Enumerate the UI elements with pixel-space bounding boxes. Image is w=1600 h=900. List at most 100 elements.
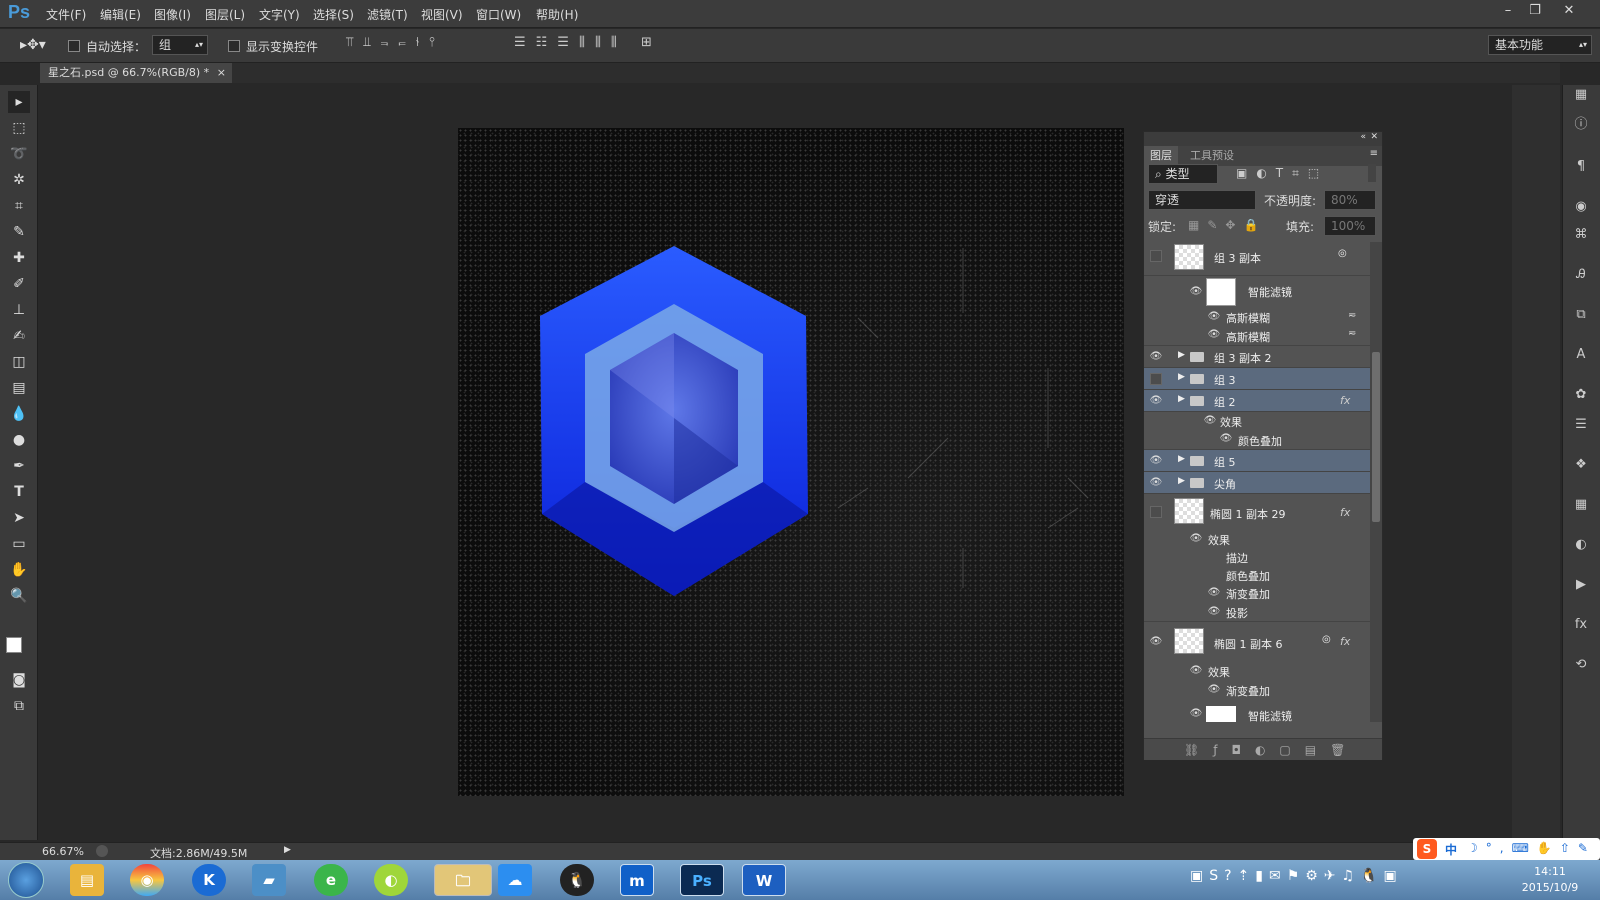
- character-panel-icon[interactable]: A: [1572, 346, 1590, 364]
- zoom-level[interactable]: 66.67%: [42, 845, 84, 858]
- layer-row[interactable]: 👁 ▶ 尖角: [1144, 472, 1370, 494]
- tab-layers[interactable]: 图层: [1144, 146, 1178, 166]
- opacity-field[interactable]: 80%: [1324, 190, 1376, 210]
- expand-arrow-icon[interactable]: ▶: [1178, 454, 1185, 464]
- menu-help[interactable]: 帮助(H): [536, 6, 578, 23]
- eraser-tool-icon[interactable]: ◫: [8, 351, 30, 373]
- swatches-panel-icon[interactable]: ▦: [1572, 496, 1590, 514]
- gradient-tool-icon[interactable]: ▤: [8, 377, 30, 399]
- close-button[interactable]: ✕: [1556, 2, 1582, 20]
- filter-toggle[interactable]: [1368, 164, 1376, 182]
- info-panel-icon[interactable]: ⓘ: [1572, 116, 1590, 134]
- eye-icon[interactable]: 👁: [1188, 706, 1204, 722]
- eye-icon[interactable]: 👁: [1206, 327, 1222, 343]
- rectangle-tool-icon[interactable]: ▭: [8, 533, 30, 555]
- menu-select[interactable]: 选择(S): [313, 6, 354, 23]
- layer-comps-icon[interactable]: fx: [1572, 616, 1590, 634]
- layer-row[interactable]: 👁 ▶ 组 5: [1144, 450, 1370, 472]
- eye-icon[interactable]: 👁: [1188, 284, 1204, 300]
- cloud-app-icon[interactable]: ☁: [498, 864, 532, 896]
- move-tool-preset-icon[interactable]: ▸✥▾: [20, 37, 46, 53]
- eye-icon[interactable]: 👁: [1206, 585, 1222, 601]
- crop-tool-icon[interactable]: ⌗: [8, 195, 30, 217]
- zoom-tool-icon[interactable]: 🔍: [8, 585, 30, 607]
- menu-layer[interactable]: 图层(L): [205, 6, 245, 23]
- history-panel-icon[interactable]: ▦: [1572, 86, 1590, 104]
- history-brush-tool-icon[interactable]: ✍: [8, 325, 30, 347]
- screen-mode-icon[interactable]: ⧉: [8, 695, 30, 717]
- eye-icon[interactable]: 👁: [1188, 663, 1204, 679]
- character-styles-icon[interactable]: Ꭿ: [1572, 266, 1590, 284]
- path-selection-tool-icon[interactable]: ➤: [8, 507, 30, 529]
- eye-icon[interactable]: 👁: [1206, 309, 1222, 325]
- hand-tool-icon[interactable]: ✋: [8, 559, 30, 581]
- notes-app-icon[interactable]: ▤: [70, 864, 104, 896]
- menu-file[interactable]: 文件(F): [46, 6, 86, 23]
- eye-icon[interactable]: 👁: [1148, 393, 1164, 409]
- media-app-icon[interactable]: ◐: [374, 864, 408, 896]
- eye-icon[interactable]: 👁: [1206, 604, 1222, 620]
- lasso-tool-icon[interactable]: ➰: [8, 143, 30, 165]
- expand-arrow-icon[interactable]: ▶: [1178, 350, 1185, 360]
- layers-scrollbar[interactable]: [1370, 242, 1382, 722]
- quick-mask-icon[interactable]: ◙: [8, 669, 30, 691]
- eye-icon[interactable]: 👁: [1148, 453, 1164, 469]
- photoshop-app-icon[interactable]: Ps: [680, 864, 724, 896]
- status-menu-arrow-icon[interactable]: ▶: [284, 845, 291, 855]
- distribute-buttons[interactable]: ☰☷☰⫼⫼⫼ ⊞: [514, 35, 704, 55]
- layer-row[interactable]: 👁 ▶ 组 2 fx: [1144, 390, 1370, 412]
- layer-row[interactable]: 👁 颜色叠加: [1144, 430, 1370, 450]
- paths-panel-icon[interactable]: ⌘: [1572, 226, 1590, 244]
- document-tab[interactable]: 星之石.psd @ 66.7%(RGB/8) * ×: [40, 63, 232, 83]
- healing-brush-tool-icon[interactable]: ✚: [8, 247, 30, 269]
- ime-language[interactable]: 中: [1445, 841, 1457, 858]
- lock-icons[interactable]: ▦✎✥🔒: [1188, 218, 1266, 232]
- menu-type[interactable]: 文字(Y): [259, 6, 300, 23]
- workspace-dropdown[interactable]: 基本功能 ▴▾: [1488, 35, 1592, 55]
- close-tab-icon[interactable]: ×: [217, 63, 226, 83]
- menu-image[interactable]: 图像(I): [154, 6, 191, 23]
- ie-browser-icon[interactable]: e: [314, 864, 348, 896]
- panel-menu-icon[interactable]: ≡: [1370, 148, 1378, 159]
- type-tool-icon[interactable]: T: [8, 481, 30, 503]
- ime-option-icons[interactable]: ☽°,⌨✋⇧✎: [1467, 841, 1596, 855]
- layer-filter-dropdown[interactable]: ⌕ 类型: [1148, 164, 1218, 184]
- marquee-tool-icon[interactable]: ⬚: [8, 117, 30, 139]
- navigator-panel-icon[interactable]: ◐: [1572, 536, 1590, 554]
- adjustments-icon[interactable]: ☰: [1572, 416, 1590, 434]
- menu-edit[interactable]: 编辑(E): [100, 6, 141, 23]
- visibility-toggle[interactable]: [1150, 373, 1162, 385]
- move-tool-icon[interactable]: ▸: [8, 91, 30, 113]
- layer-row[interactable]: 组 3 副本 ◎: [1144, 242, 1370, 276]
- menu-view[interactable]: 视图(V): [421, 6, 463, 23]
- balloon-app-icon[interactable]: ◉: [130, 864, 164, 896]
- styles-panel-icon[interactable]: ❖: [1572, 456, 1590, 474]
- system-tray-icons[interactable]: ▣S?⇡▮✉⚑⚙✈♫🐧▣: [1190, 868, 1480, 892]
- k-app-icon[interactable]: K: [192, 864, 226, 896]
- fx-icon[interactable]: fx: [1340, 635, 1350, 648]
- eye-icon[interactable]: 👁: [1148, 349, 1164, 365]
- dodge-tool-icon[interactable]: ●: [8, 429, 30, 451]
- word-app-icon[interactable]: W: [742, 864, 786, 896]
- foreground-color-swatch[interactable]: [6, 637, 22, 653]
- actions-panel-icon[interactable]: ▶: [1572, 576, 1590, 594]
- restore-button[interactable]: ❐: [1522, 2, 1548, 20]
- layer-row[interactable]: 👁 高斯模糊 ≂: [1144, 326, 1370, 346]
- layer-row[interactable]: ▶ 组 3: [1144, 368, 1370, 390]
- auto-select-checkbox[interactable]: [68, 40, 80, 52]
- brush-tool-icon[interactable]: ✐: [8, 273, 30, 295]
- layer-row[interactable]: 👁 智能滤镜: [1144, 276, 1370, 308]
- explorer-app-icon[interactable]: 🗀: [434, 864, 492, 896]
- fill-field[interactable]: 100%: [1324, 216, 1376, 236]
- visibility-toggle[interactable]: [1150, 250, 1162, 262]
- layer-row[interactable]: 👁 渐变叠加: [1144, 584, 1370, 602]
- layer-row[interactable]: 👁 效果: [1144, 412, 1370, 430]
- timeline-icon[interactable]: ⟲: [1572, 656, 1590, 674]
- fx-icon[interactable]: fx: [1340, 394, 1350, 407]
- show-transform-checkbox[interactable]: [228, 40, 240, 52]
- eye-icon[interactable]: 👁: [1148, 634, 1164, 650]
- filter-options-icon[interactable]: ≂: [1348, 310, 1356, 321]
- blur-tool-icon[interactable]: 💧: [8, 403, 30, 425]
- color-panel-icon[interactable]: ◉: [1572, 198, 1590, 216]
- eye-icon[interactable]: 👁: [1188, 531, 1204, 547]
